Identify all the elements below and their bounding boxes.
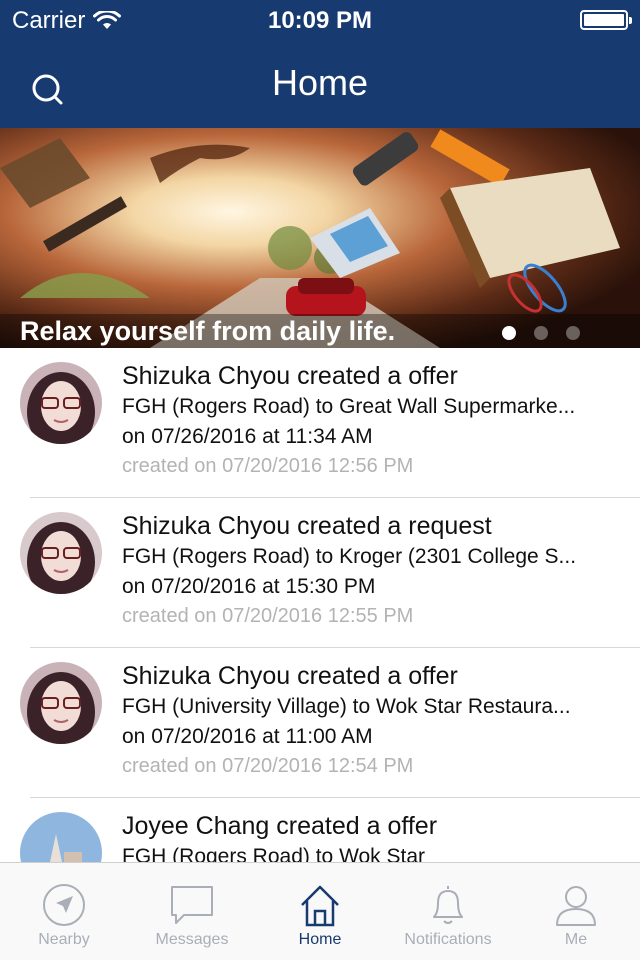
- item-route: FGH (Rogers Road) to Kroger (2301 Colleg…: [122, 545, 577, 568]
- tab-label: Me: [564, 931, 588, 948]
- tab-label: Home: [298, 931, 342, 948]
- item-time: on 07/20/2016 at 11:00 AM: [122, 725, 373, 748]
- tab-me[interactable]: Me: [512, 863, 640, 960]
- home-icon: [301, 885, 339, 927]
- feed-item[interactable]: Shizuka Chyou created a offer FGH (Roger…: [0, 348, 640, 498]
- item-title: Shizuka Chyou created a request: [122, 512, 492, 540]
- message-icon: [171, 886, 213, 924]
- feed-item[interactable]: Shizuka Chyou created a offer FGH (Unive…: [0, 648, 640, 798]
- carousel-dots[interactable]: [502, 326, 580, 340]
- tab-label: Notifications: [404, 931, 492, 948]
- tab-home[interactable]: Home: [256, 863, 384, 960]
- avatar: [20, 812, 102, 862]
- tab-notifications[interactable]: Notifications: [384, 863, 512, 960]
- item-created: created on 07/20/2016 12:55 PM: [122, 605, 414, 627]
- item-title: Joyee Chang created a offer: [122, 812, 438, 840]
- carousel-dot[interactable]: [566, 326, 580, 340]
- item-time: on 07/20/2016 at 15:30 PM: [122, 575, 376, 598]
- battery-icon: [580, 10, 632, 30]
- carousel-dot[interactable]: [534, 326, 548, 340]
- carousel-dot[interactable]: [502, 326, 516, 340]
- activity-feed[interactable]: Shizuka Chyou created a offer FGH (Roger…: [0, 348, 640, 862]
- tab-label: Nearby: [38, 931, 90, 948]
- item-created: created on 07/20/2016 12:56 PM: [122, 455, 414, 477]
- avatar: [20, 662, 102, 744]
- banner-caption: Relax yourself from daily life.: [20, 316, 396, 346]
- header: Carrier 10:09 PM Home: [0, 0, 640, 128]
- item-route: FGH (Rogers Road) to Wok Star: [122, 845, 426, 862]
- tab-label: Messages: [155, 931, 229, 948]
- tab-bar: Nearby Messages Home Notifications Me: [0, 862, 640, 960]
- status-bar: Carrier 10:09 PM: [0, 0, 640, 40]
- feed-item[interactable]: Shizuka Chyou created a request FGH (Rog…: [0, 498, 640, 648]
- page-title: Home: [271, 62, 369, 103]
- avatar: [20, 362, 102, 444]
- navigation-icon: [43, 884, 85, 926]
- item-route: FGH (University Village) to Wok Star Res…: [122, 695, 571, 718]
- feed-item[interactable]: Joyee Chang created a offer FGH (Rogers …: [0, 798, 640, 862]
- bell-icon: [433, 886, 463, 924]
- person-icon: [556, 886, 596, 926]
- status-time: 10:09 PM: [267, 7, 373, 34]
- item-time: on 07/26/2016 at 11:34 AM: [122, 425, 373, 448]
- item-title: Shizuka Chyou created a offer: [122, 362, 458, 390]
- tab-nearby[interactable]: Nearby: [0, 863, 128, 960]
- banner-carousel[interactable]: Relax yourself from daily life.: [0, 128, 640, 348]
- item-route: FGH (Rogers Road) to Great Wall Supermar…: [122, 395, 576, 418]
- item-title: Shizuka Chyou created a offer: [122, 662, 458, 690]
- tab-messages[interactable]: Messages: [128, 863, 256, 960]
- item-created: created on 07/20/2016 12:54 PM: [122, 755, 414, 777]
- avatar: [20, 512, 102, 594]
